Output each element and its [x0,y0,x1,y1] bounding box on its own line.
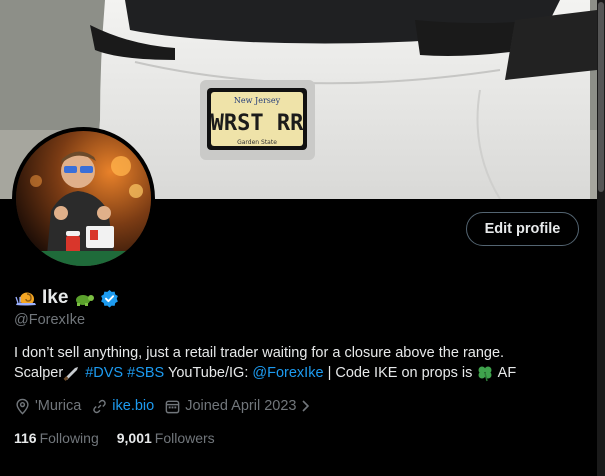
clover-emoji-icon [476,364,494,382]
following-count: 116 [14,430,37,446]
profile-name: Ike [42,287,69,308]
bio-code: | Code IKE on props is [327,364,473,381]
followers-count: 9,001 [116,430,152,446]
calendar-icon [164,398,181,415]
turtle-emoji-icon [72,289,96,307]
bio-line-2: Scalper #DVS #SBS YouTube/IG: @ForexIke … [14,364,574,384]
scrollbar-thumb[interactable] [598,2,604,192]
plate-text: WRST RR [211,111,304,136]
link-icon [91,398,108,415]
location-text: 'Murica [35,398,82,414]
chevron-right-icon [300,399,312,413]
edit-profile-button[interactable]: Edit profile [466,212,579,246]
bio-line-1: I don’t sell anything, just a retail tra… [14,345,505,361]
hashtag-sbs-link[interactable]: #SBS [127,365,164,381]
bio-scalper: Scalper [14,364,64,381]
avatar[interactable] [12,127,155,270]
snail-emoji-icon [14,288,38,308]
scrollbar[interactable] [597,0,605,476]
name-row: Ike [14,286,119,310]
verified-badge-icon[interactable] [100,289,119,308]
profile-handle: @ForexIke [14,312,86,328]
profile-meta: 'Murica ike.bio Joined April 2023 [14,396,312,416]
profile-bio: I don’t sell anything, just a retail tra… [14,344,574,383]
followers-link[interactable]: 9,001 Followers [117,430,215,448]
location-item: 'Murica [14,398,81,415]
following-label: Following [39,430,99,446]
hashtag-dvs-link[interactable]: #DVS [85,365,123,381]
followers-label: Followers [154,430,215,446]
plate-slogan: Garden State [237,139,277,146]
bio-youtube: YouTube/IG: [168,364,249,381]
following-link[interactable]: 116 Following [14,430,99,448]
bio-af: AF [497,364,517,381]
joined-item[interactable]: Joined April 2023 [164,398,312,415]
plate-state: New Jersey [234,96,281,105]
location-pin-icon [14,398,31,415]
mention-link[interactable]: @ForexIke [252,365,323,381]
follow-stats: 116 Following 9,001 Followers [14,430,215,448]
website-item[interactable]: ike.bio [91,398,154,415]
knife-emoji-icon [63,365,81,381]
website-link[interactable]: ike.bio [112,398,154,414]
joined-text: Joined April 2023 [185,398,297,414]
